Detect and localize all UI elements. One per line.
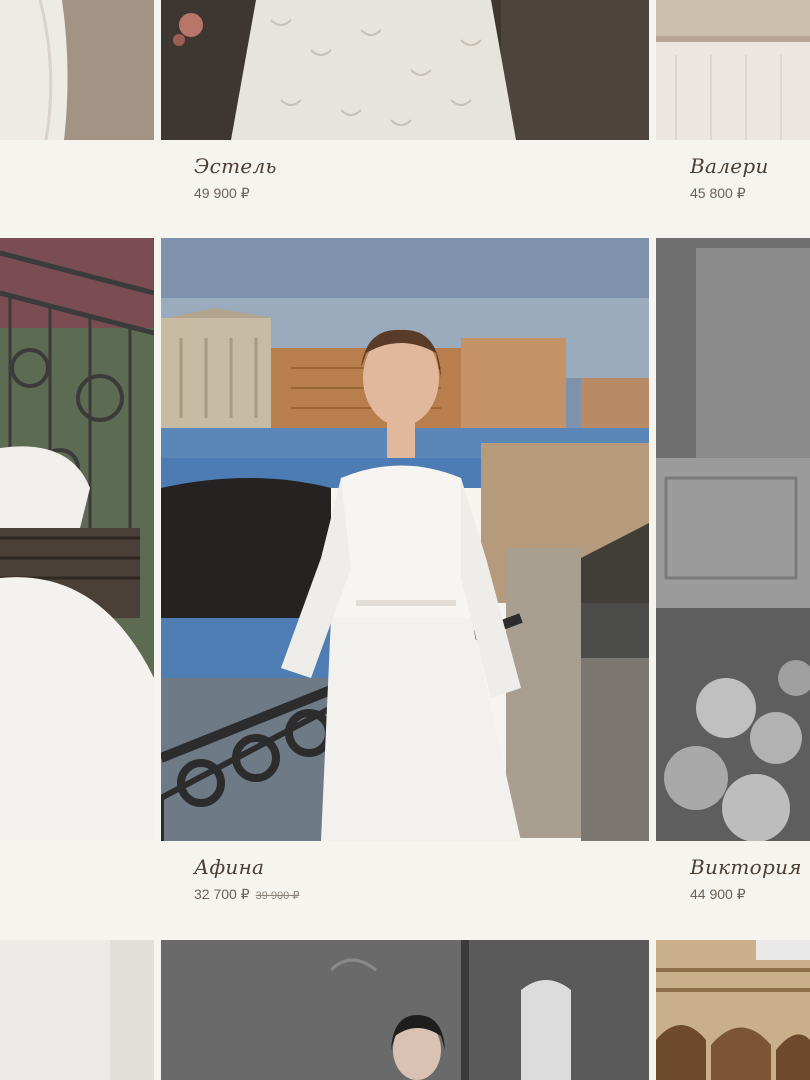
product-price-estel: 49 900 ₽ [194, 185, 250, 201]
product-name-valeri[interactable]: Валери [690, 154, 769, 178]
product-image-row3-right[interactable] [656, 940, 810, 1080]
product-image-row3-left[interactable] [0, 940, 154, 1080]
old-price: 39 900 ₽ [255, 890, 300, 902]
product-price-valeri: 45 800 ₽ [690, 185, 746, 201]
product-name-viktoriya[interactable]: Виктория [690, 855, 802, 879]
product-image-row1-left[interactable] [0, 0, 154, 140]
product-image-estel[interactable] [161, 0, 649, 140]
product-image-valeri[interactable] [656, 0, 810, 140]
product-price-viktoriya: 44 900 ₽ [690, 886, 746, 902]
current-price: 32 700 ₽ [194, 886, 250, 902]
product-image-row2-left[interactable] [0, 238, 154, 841]
product-name-estel[interactable]: Эстель [194, 154, 277, 178]
product-image-row3-center[interactable] [161, 940, 649, 1080]
product-image-viktoriya[interactable] [656, 238, 810, 841]
product-image-afina[interactable] [161, 238, 649, 841]
product-price-afina: 32 700 ₽ 39 900 ₽ [194, 886, 299, 903]
product-name-afina[interactable]: Афина [194, 855, 264, 879]
